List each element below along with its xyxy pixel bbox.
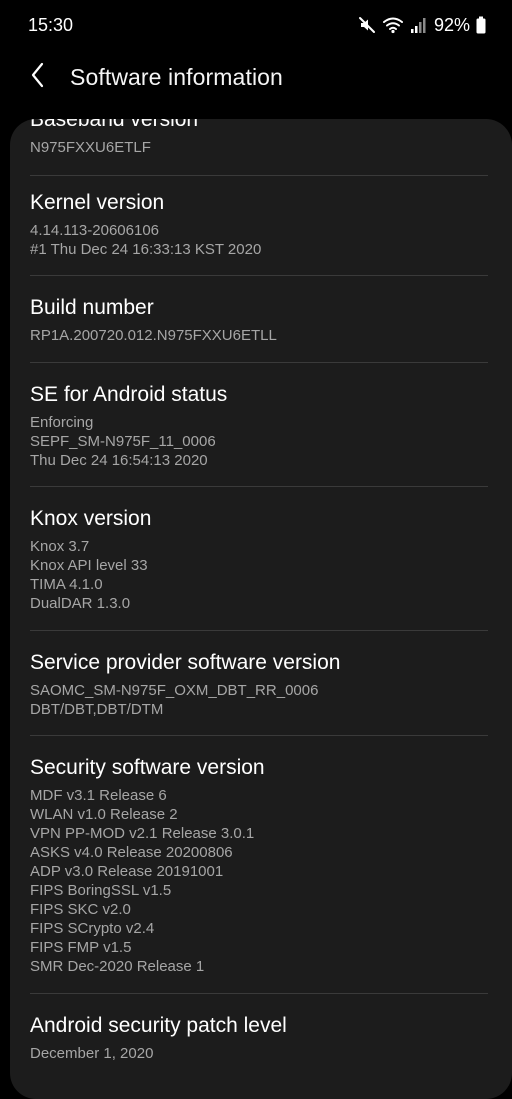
section-value: Knox 3.7 (30, 538, 90, 555)
page-title: Software information (70, 63, 283, 90)
signal-icon (410, 16, 426, 34)
knox-version-item[interactable]: Knox version Knox 3.7 Knox API level 33 … (10, 487, 512, 630)
status-bar: 15:30 92% (0, 0, 512, 50)
info-list: Baseband version N975FXXU6ETLF Kernel ve… (10, 119, 512, 1079)
section-value: Knox API level 33 (30, 557, 148, 574)
section-value: Enforcing (30, 414, 94, 431)
section-value: DBT/DBT,DBT/DTM (30, 701, 164, 718)
battery-percentage: 92% (433, 14, 470, 35)
section-title: Baseband version (30, 119, 199, 131)
section-value: FIPS SKC v2.0 (30, 901, 131, 918)
battery-icon (476, 16, 486, 34)
section-title: Security software version (30, 756, 265, 779)
section-value: VPN PP-MOD v2.1 Release 3.0.1 (30, 825, 255, 842)
info-card: Baseband version N975FXXU6ETLF Kernel ve… (10, 119, 512, 1099)
section-value: ASKS v4.0 Release 20200806 (30, 844, 233, 861)
section-value: DualDAR 1.3.0 (30, 595, 131, 612)
section-value: MDF v3.1 Release 6 (30, 787, 167, 804)
section-value: N975FXXU6ETLF (30, 139, 151, 156)
security-software-version-item[interactable]: Security software version MDF v3.1 Relea… (10, 736, 512, 993)
chevron-left-icon (30, 62, 46, 93)
section-value: FIPS FMP v1.5 (30, 939, 132, 956)
section-title: Build number (30, 296, 154, 319)
section-value: FIPS SCrypto v2.4 (30, 920, 155, 937)
section-title: SE for Android status (30, 383, 228, 406)
section-value: FIPS BoringSSL v1.5 (30, 882, 172, 899)
section-title: Service provider software version (30, 651, 341, 674)
section-title: Android security patch level (30, 1014, 287, 1037)
kernel-version-item[interactable]: Kernel version 4.14.113-20606106 #1 Thu … (10, 176, 512, 275)
section-title: Knox version (30, 507, 152, 530)
service-provider-software-version-item[interactable]: Service provider software version SAOMC_… (10, 631, 512, 735)
section-value: Thu Dec 24 16:54:13 2020 (30, 452, 208, 469)
build-number-item[interactable]: Build number RP1A.200720.012.N975FXXU6ET… (10, 276, 512, 362)
section-value: December 1, 2020 (30, 1045, 154, 1062)
section-value: ADP v3.0 Release 20191001 (30, 863, 224, 880)
app-bar: Software information (0, 52, 512, 102)
back-button[interactable] (8, 52, 68, 102)
android-security-patch-level-item[interactable]: Android security patch level December 1,… (10, 994, 512, 1079)
section-value: 4.14.113-20606106 (30, 222, 160, 239)
section-value: SEPF_SM-N975F_11_0006 (30, 433, 216, 450)
section-title: Kernel version (30, 191, 165, 214)
section-value: #1 Thu Dec 24 16:33:13 KST 2020 (30, 241, 262, 258)
section-value: TIMA 4.1.0 (30, 576, 103, 593)
baseband-version-item[interactable]: Baseband version N975FXXU6ETLF (10, 119, 512, 169)
se-android-status-item[interactable]: SE for Android status Enforcing SEPF_SM-… (10, 363, 512, 486)
section-value: SAOMC_SM-N975F_OXM_DBT_RR_0006 (30, 682, 319, 699)
mute-icon (358, 16, 376, 34)
wifi-icon (382, 16, 404, 34)
status-time: 15:30 (28, 14, 74, 35)
status-icons: 92% (358, 15, 486, 36)
section-value: SMR Dec-2020 Release 1 (30, 958, 205, 975)
section-value: RP1A.200720.012.N975FXXU6ETLL (30, 327, 277, 344)
section-value: WLAN v1.0 Release 2 (30, 806, 178, 823)
